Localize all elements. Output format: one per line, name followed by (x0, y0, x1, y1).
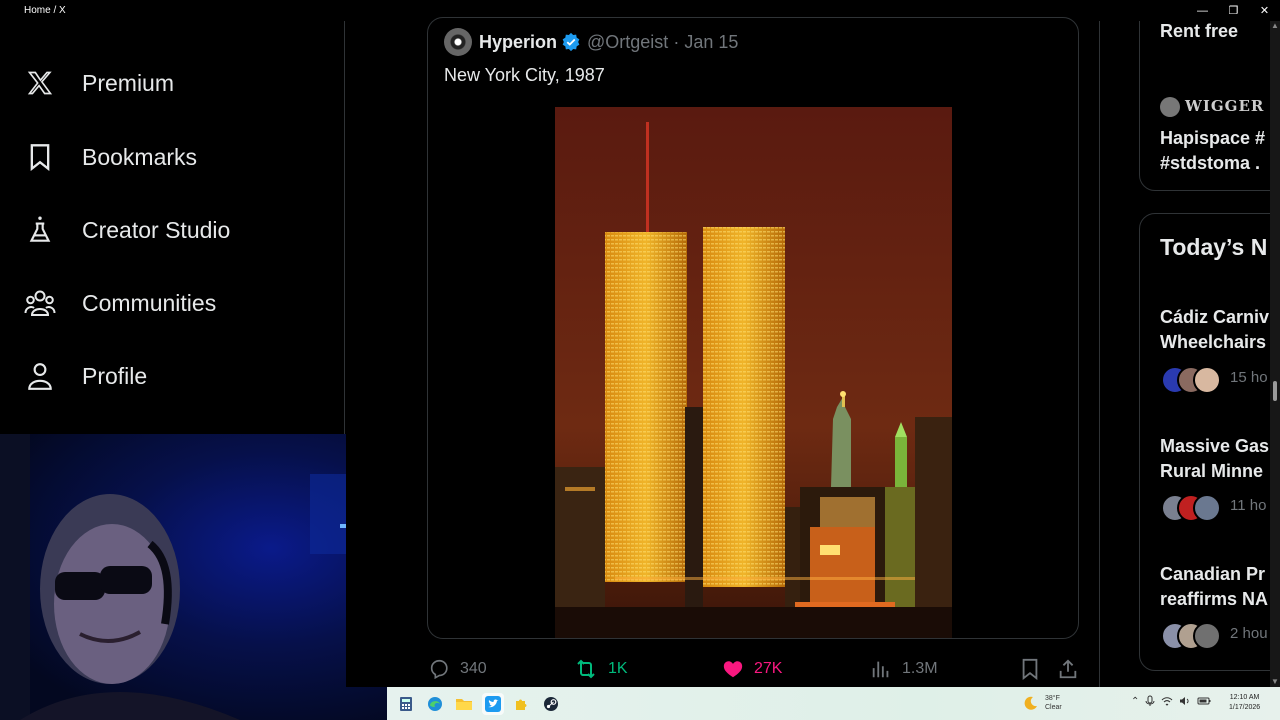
battery-icon[interactable] (1197, 696, 1211, 706)
x-logo-icon (22, 65, 58, 101)
separator-dot: · (673, 31, 680, 52)
webcam-overlay (0, 434, 387, 720)
right-sidebar: Rent free WIGGER I Hapispace # #stdstoma… (1101, 21, 1270, 687)
nav-item-premium[interactable]: Premium (22, 63, 174, 103)
post-image[interactable] (555, 107, 952, 639)
news-headline-line2: Rural Minne (1160, 461, 1264, 481)
quoted-post-header: Hyperion @Ortgeist · Jan 15 (444, 28, 738, 56)
news-meta: 2 hou (1230, 625, 1268, 642)
verified-badge-icon (562, 32, 580, 52)
repost-count: 1K (608, 660, 628, 677)
minimize-button[interactable]: — (1187, 0, 1218, 21)
edge-browser-icon[interactable] (424, 693, 446, 715)
nav-label-creator-studio: Creator Studio (82, 216, 231, 243)
webcam-person-image (0, 434, 360, 720)
close-window-button[interactable]: ✕ (1249, 0, 1280, 21)
heart-icon (723, 661, 743, 678)
flask-icon (22, 212, 58, 248)
main-timeline: Hyperion @Ortgeist · Jan 15 New York Cit… (346, 17, 1100, 687)
nav-item-communities[interactable]: Communities (22, 283, 216, 323)
avatar[interactable] (444, 28, 472, 56)
share-button[interactable] (1057, 655, 1089, 683)
chevron-up-icon[interactable]: ⌃ (1131, 696, 1139, 707)
window-title: Home / X (24, 5, 66, 16)
left-sidebar-nav: Premium Bookmarks Creator Studio Communi… (0, 21, 345, 434)
post-date[interactable]: Jan 15 (684, 32, 738, 53)
weather-condition: Clear (1045, 704, 1062, 711)
news-headline-line1: Massive Gas (1160, 436, 1270, 456)
analytics-icon (872, 661, 889, 678)
window-controls: — ❐ ✕ (1187, 0, 1280, 21)
scrollbar-thumb[interactable] (1273, 381, 1277, 401)
author-name[interactable]: Hyperion (479, 32, 557, 53)
view-count: 1.3M (902, 660, 938, 677)
post-action-bar: 340 1K 27K 1.3M (426, 655, 1086, 683)
nav-label-premium: Premium (82, 69, 175, 96)
sponsor-text-line2[interactable]: #stdstoma . (1160, 151, 1260, 176)
sponsor-name[interactable]: WIGGER I (1185, 97, 1270, 115)
news-headline-line2: reaffirms NA (1160, 589, 1269, 609)
news-avatar-stack (1161, 622, 1221, 650)
bookmark-icon (22, 139, 58, 175)
repost-icon (577, 659, 595, 679)
like-count: 27K (754, 660, 783, 677)
repost-button[interactable]: 1K (574, 655, 628, 683)
views-button[interactable]: 1.3M (870, 655, 938, 683)
bookmark-button[interactable] (1020, 655, 1050, 683)
like-button[interactable]: 27K (722, 655, 782, 683)
news-avatar-stack (1161, 494, 1221, 522)
taskbar-clock[interactable]: 12:10 AM 1/17/2026 (1229, 693, 1260, 713)
microphone-icon[interactable] (1145, 695, 1155, 707)
scroll-down-arrow-icon[interactable]: ▼ (1270, 677, 1280, 687)
page-scrollbar[interactable]: ▲ ▼ (1270, 21, 1280, 687)
volume-icon[interactable] (1179, 696, 1191, 706)
nav-item-creator-studio[interactable]: Creator Studio (22, 210, 230, 250)
calculator-icon[interactable] (395, 693, 417, 715)
reply-icon (430, 659, 448, 680)
clock-date: 1/17/2026 (1229, 704, 1261, 711)
news-headline-line1: Cádiz Carniv (1160, 307, 1270, 327)
people-icon (22, 285, 58, 321)
wifi-icon[interactable] (1161, 696, 1173, 706)
moon-icon (1024, 696, 1037, 710)
news-meta: 11 ho (1230, 497, 1267, 514)
weather-widget[interactable]: 38°F Clear (1023, 694, 1062, 712)
windows-taskbar: 38°F Clear ⌃ 12:10 AM 1/17/2026 (387, 687, 1280, 720)
trend-title[interactable]: Rent free (1160, 21, 1238, 44)
bookmark-action-icon (1022, 658, 1038, 680)
news-avatar-stack (1161, 366, 1221, 394)
weather-temp: 38°F (1045, 695, 1060, 702)
news-heading: Today’s N (1160, 234, 1268, 260)
nav-label-bookmarks: Bookmarks (82, 143, 198, 170)
author-handle[interactable]: @Ortgeist (587, 32, 668, 53)
quoted-post-text: New York City, 1987 (444, 65, 605, 85)
person-icon (22, 358, 58, 394)
reply-button[interactable]: 340 (428, 655, 487, 683)
nav-label-communities: Communities (82, 289, 217, 316)
nav-item-bookmarks[interactable]: Bookmarks (22, 137, 197, 177)
news-headline-line1: Canadian Pr (1160, 564, 1266, 584)
file-explorer-icon[interactable] (453, 693, 475, 715)
scroll-up-arrow-icon[interactable]: ▲ (1270, 21, 1280, 31)
puzzle-app-icon[interactable] (511, 693, 533, 715)
quoted-post-card[interactable]: Hyperion @Ortgeist · Jan 15 New York Cit… (427, 17, 1079, 639)
system-tray: ⌃ (1131, 695, 1211, 707)
steam-icon[interactable] (540, 693, 562, 715)
sponsor-text-line1[interactable]: Hapispace # (1160, 126, 1265, 151)
clock-time: 12:10 AM (1229, 694, 1260, 701)
reply-count: 340 (460, 660, 487, 677)
nav-label-profile: Profile (82, 362, 148, 389)
news-meta: 15 ho (1230, 369, 1268, 386)
sponsor-avatar[interactable] (1160, 97, 1180, 117)
share-icon (1059, 659, 1077, 679)
news-headline-line2: Wheelchairs (1160, 332, 1267, 352)
restore-button[interactable]: ❐ (1218, 0, 1249, 21)
nav-item-profile[interactable]: Profile (22, 356, 147, 396)
twitter-app-icon[interactable] (482, 693, 504, 715)
